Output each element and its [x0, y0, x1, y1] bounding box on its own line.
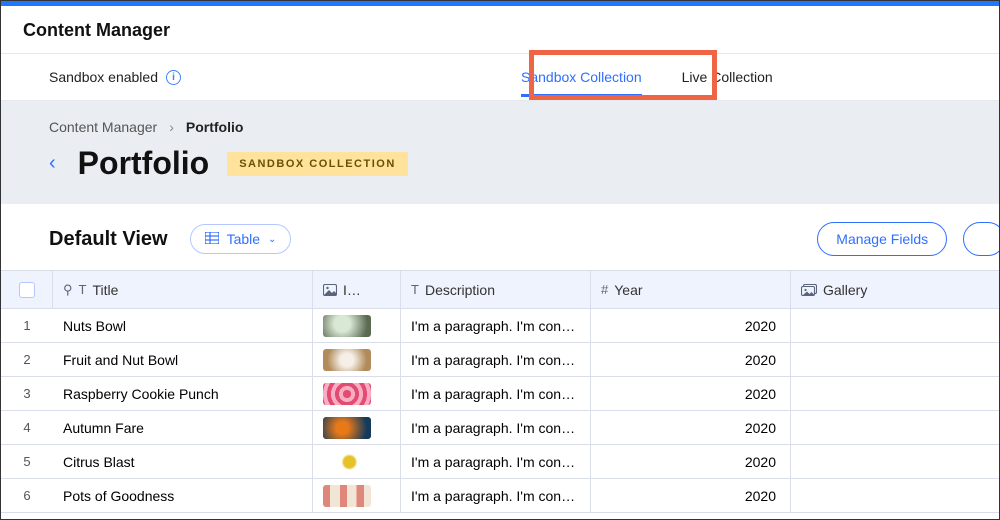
sandbox-badge: SANDBOX COLLECTION — [227, 152, 408, 176]
row-number: 6 — [1, 479, 53, 512]
pin-icon: ⚲ — [63, 282, 73, 298]
text-type-icon: T — [411, 282, 419, 297]
page-title: Portfolio — [78, 145, 210, 182]
row-number: 4 — [1, 411, 53, 444]
table-icon — [205, 231, 219, 247]
cell-description[interactable]: I'm a paragraph. I'm conn… — [401, 479, 591, 512]
table-row[interactable]: 5Citrus Blast I'm a paragraph. I'm conn…2… — [1, 445, 999, 479]
view-mode-label: Table — [227, 231, 260, 247]
col-year-label: Year — [614, 282, 642, 298]
cell-title[interactable]: Raspberry Cookie Punch — [53, 377, 313, 410]
sandbox-enabled-text: Sandbox enabled — [49, 69, 158, 85]
cell-year[interactable]: 2020 — [591, 445, 791, 478]
number-type-icon: # — [601, 282, 608, 297]
cell-gallery[interactable] — [791, 445, 1000, 478]
row-number: 3 — [1, 377, 53, 410]
gallery-type-icon — [801, 284, 817, 296]
col-description-label: Description — [425, 282, 495, 298]
toolbar-extra-button[interactable] — [963, 222, 1000, 256]
thumbnail-image — [323, 349, 371, 371]
thumbnail-image — [323, 451, 371, 473]
cell-image[interactable] — [313, 343, 401, 376]
cell-title[interactable]: Citrus Blast — [53, 445, 313, 478]
cell-title[interactable]: Fruit and Nut Bowl — [53, 343, 313, 376]
tab-live-collection[interactable]: Live Collection — [682, 57, 773, 97]
table-row[interactable]: 2Fruit and Nut Bowl I'm a paragraph. I'm … — [1, 343, 999, 377]
info-icon[interactable]: i — [166, 70, 181, 85]
view-toolbar: Default View Table ⌄ Manage Fields — [1, 204, 999, 270]
page-header-area: Content Manager › Portfolio ‹ Portfolio … — [1, 101, 999, 204]
table-header-row: ⚲ T Title I… T Description # Year — [1, 271, 999, 309]
cell-title[interactable]: Pots of Goodness — [53, 479, 313, 512]
breadcrumb-root[interactable]: Content Manager — [49, 119, 157, 135]
col-year[interactable]: # Year — [591, 271, 791, 308]
app-title: Content Manager — [1, 6, 999, 53]
cell-gallery[interactable] — [791, 309, 1000, 342]
cell-description[interactable]: I'm a paragraph. I'm conn… — [401, 445, 591, 478]
col-gallery-label: Gallery — [823, 282, 867, 298]
col-image[interactable]: I… — [313, 271, 401, 308]
row-number: 5 — [1, 445, 53, 478]
cell-year[interactable]: 2020 — [591, 411, 791, 444]
thumbnail-image — [323, 383, 371, 405]
cell-gallery[interactable] — [791, 377, 1000, 410]
collection-tabs: Sandbox Collection Live Collection — [521, 57, 773, 97]
cell-description[interactable]: I'm a paragraph. I'm conn… — [401, 343, 591, 376]
chevron-right-icon: › — [169, 119, 174, 135]
col-image-label: I… — [343, 282, 361, 298]
cell-description[interactable]: I'm a paragraph. I'm conn… — [401, 309, 591, 342]
back-button[interactable]: ‹ — [45, 148, 60, 179]
cell-year[interactable]: 2020 — [591, 377, 791, 410]
text-type-icon: T — [79, 282, 87, 297]
table-row[interactable]: 4Autumn Fare I'm a paragraph. I'm conn…20… — [1, 411, 999, 445]
col-title[interactable]: ⚲ T Title — [53, 271, 313, 308]
cell-image[interactable] — [313, 377, 401, 410]
sandbox-enabled-label: Sandbox enabled i — [49, 69, 181, 85]
view-name: Default View — [49, 228, 168, 251]
thumbnail-image — [323, 417, 371, 439]
image-type-icon — [323, 284, 337, 296]
table-row[interactable]: 6Pots of Goodness I'm a paragraph. I'm co… — [1, 479, 999, 513]
cell-year[interactable]: 2020 — [591, 309, 791, 342]
col-title-label: Title — [92, 282, 118, 298]
row-number: 1 — [1, 309, 53, 342]
table-row[interactable]: 1Nuts Bowl I'm a paragraph. I'm conn…2020 — [1, 309, 999, 343]
tab-sandbox-collection[interactable]: Sandbox Collection — [521, 57, 642, 97]
cell-image[interactable] — [313, 479, 401, 512]
manage-fields-button[interactable]: Manage Fields — [817, 222, 947, 256]
cell-gallery[interactable] — [791, 479, 1000, 512]
view-mode-selector[interactable]: Table ⌄ — [190, 224, 292, 254]
thumbnail-image — [323, 315, 371, 337]
chevron-down-icon: ⌄ — [268, 234, 276, 245]
cell-title[interactable]: Autumn Fare — [53, 411, 313, 444]
cell-gallery[interactable] — [791, 343, 1000, 376]
col-description[interactable]: T Description — [401, 271, 591, 308]
col-gallery[interactable]: Gallery — [791, 271, 1000, 308]
cell-image[interactable] — [313, 445, 401, 478]
row-number: 2 — [1, 343, 53, 376]
cell-year[interactable]: 2020 — [591, 343, 791, 376]
breadcrumb: Content Manager › Portfolio — [49, 119, 951, 135]
cell-image[interactable] — [313, 309, 401, 342]
sub-header: Sandbox enabled i Sandbox Collection Liv… — [1, 53, 999, 101]
thumbnail-image — [323, 485, 371, 507]
table-row[interactable]: 3Raspberry Cookie Punch I'm a paragraph. … — [1, 377, 999, 411]
cell-description[interactable]: I'm a paragraph. I'm conn… — [401, 377, 591, 410]
cell-title[interactable]: Nuts Bowl — [53, 309, 313, 342]
data-grid: ⚲ T Title I… T Description # Year — [1, 270, 999, 513]
cell-year[interactable]: 2020 — [591, 479, 791, 512]
cell-image[interactable] — [313, 411, 401, 444]
cell-gallery[interactable] — [791, 411, 1000, 444]
select-all-checkbox[interactable] — [19, 282, 35, 298]
breadcrumb-current: Portfolio — [186, 119, 244, 135]
cell-description[interactable]: I'm a paragraph. I'm conn… — [401, 411, 591, 444]
select-all-cell[interactable] — [1, 271, 53, 308]
